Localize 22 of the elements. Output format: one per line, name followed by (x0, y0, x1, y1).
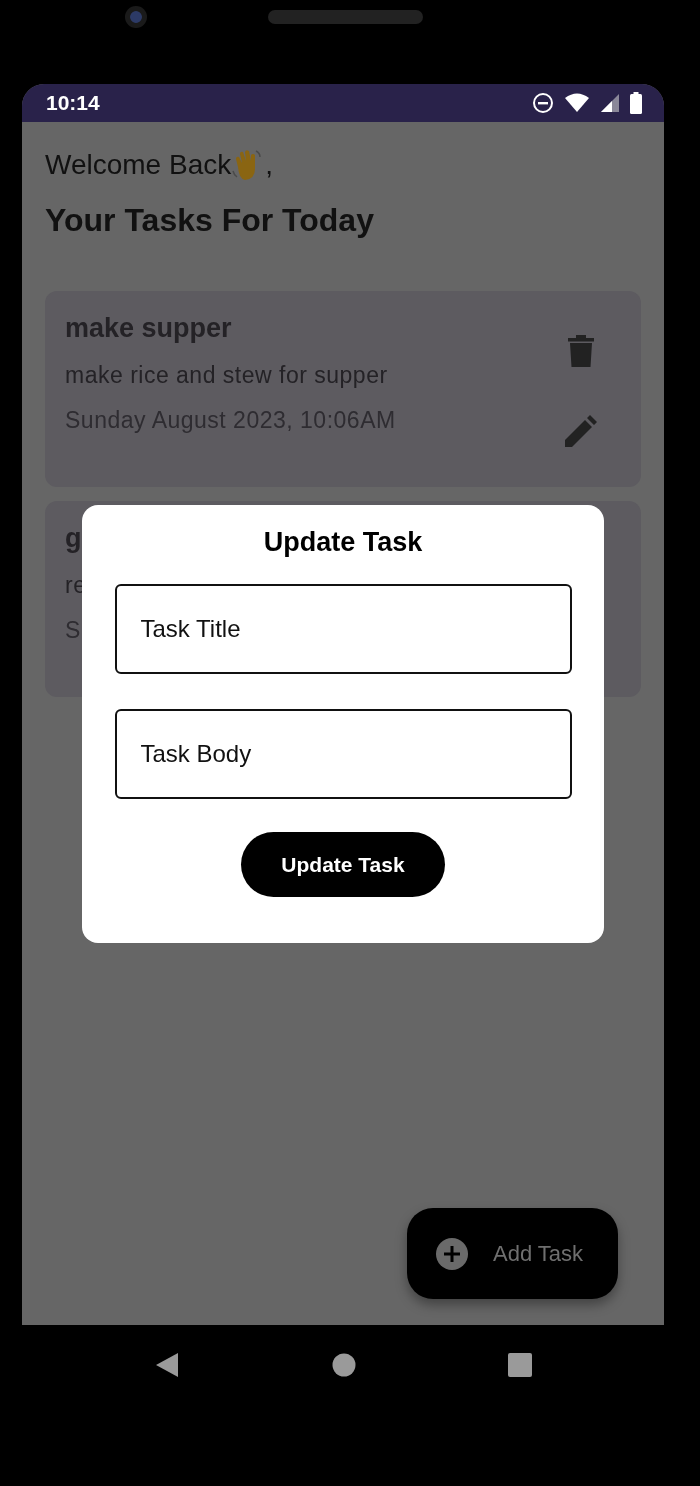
do-not-disturb-icon (532, 92, 554, 114)
edit-pencil-icon[interactable] (565, 415, 597, 447)
plus-circle-icon (435, 1236, 469, 1271)
add-task-button[interactable]: Add Task (407, 1208, 618, 1299)
input-field[interactable]: Task Body (114, 709, 572, 799)
signal-icon (600, 93, 620, 113)
delete-icon[interactable] (568, 335, 594, 367)
battery-icon (630, 92, 642, 114)
dialog-title: Update Task (263, 527, 423, 558)
clock-time: 10:14 (46, 91, 100, 115)
camera-lens (125, 6, 147, 28)
task-title: g (65, 523, 83, 554)
page-heading: Your Tasks For Today (45, 202, 375, 239)
task-body: make rice and stew for supper (65, 362, 389, 389)
greeting-text: Welcome Back (45, 149, 232, 181)
input-field[interactable]: Task Title (114, 584, 572, 674)
update-task-button[interactable]: Update Task (241, 832, 445, 897)
wifi-icon (564, 93, 590, 113)
back-icon[interactable] (154, 1352, 180, 1378)
greeting-comma: , (265, 149, 273, 181)
task-title: make supper (65, 313, 233, 344)
home-icon[interactable] (332, 1353, 356, 1377)
